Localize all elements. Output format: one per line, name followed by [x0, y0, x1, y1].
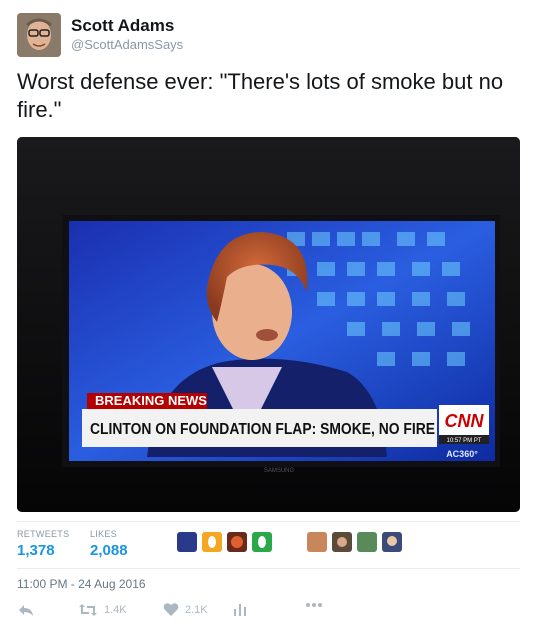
reply-icon [19, 605, 33, 616]
liker-avatar[interactable] [252, 532, 272, 552]
breaking-news-label: BREAKING NEWS [95, 393, 207, 408]
heart-icon [163, 603, 179, 616]
cnn-logo: CNN [445, 411, 485, 431]
show-label: AC360° [446, 449, 478, 459]
liker-avatar[interactable] [177, 532, 197, 552]
tv-brand: SAMSUNG [264, 468, 295, 474]
liker-avatar[interactable] [202, 532, 222, 552]
more-button[interactable] [305, 602, 323, 608]
tweet-header: Scott Adams @ScottAdamsSays [17, 13, 183, 57]
retweets-label: RETWEETS [17, 529, 70, 539]
retweets-stat[interactable]: RETWEETS 1,378 [17, 529, 69, 559]
retweet-icon [79, 604, 97, 616]
tweet-photo[interactable]: BREAKING NEWS CLINTON ON FOUNDATION FLAP… [17, 137, 520, 512]
user-handle[interactable]: @ScottAdamsSays [71, 36, 183, 54]
chyron-headline: CLINTON ON FOUNDATION FLAP: SMOKE, NO FI… [90, 421, 435, 438]
tweet-stats: RETWEETS 1,378 LIKES 2,088 [17, 521, 520, 569]
reply-button[interactable] [17, 602, 35, 618]
retweet-button[interactable]: 1.4K [78, 602, 127, 618]
analytics-button[interactable] [233, 602, 247, 616]
tweet-timestamp[interactable]: 11:00 PM - 24 Aug 2016 [17, 577, 146, 591]
tweet-actions: 1.4K 2.1K [17, 602, 520, 626]
liker-avatar[interactable] [332, 532, 352, 552]
avatar[interactable] [17, 13, 61, 57]
tweet-text: Worst defense ever: "There's lots of smo… [17, 69, 504, 122]
liker-avatar[interactable] [382, 532, 402, 552]
analytics-icon [234, 604, 246, 616]
likes-count: 2,088 [90, 542, 128, 559]
tweet-card: Scott Adams @ScottAdamsSays Worst defens… [0, 0, 540, 633]
broadcast-time: 10:57 PM PT [446, 438, 481, 444]
liker-avatar[interactable] [307, 532, 327, 552]
retweets-count: 1,378 [17, 542, 55, 559]
like-count: 2.1K [185, 603, 208, 616]
user-names: Scott Adams @ScottAdamsSays [71, 16, 183, 54]
likes-label: LIKES [90, 529, 118, 539]
liker-avatar[interactable] [357, 532, 377, 552]
likes-stat[interactable]: LIKES 2,088 [90, 529, 128, 559]
more-icon [306, 603, 322, 607]
display-name[interactable]: Scott Adams [71, 16, 183, 36]
liker-avatar[interactable] [227, 532, 247, 552]
tv-screenshot-image: BREAKING NEWS CLINTON ON FOUNDATION FLAP… [17, 137, 520, 512]
like-button[interactable]: 2.1K [163, 602, 208, 617]
retweet-count: 1.4K [104, 604, 127, 616]
